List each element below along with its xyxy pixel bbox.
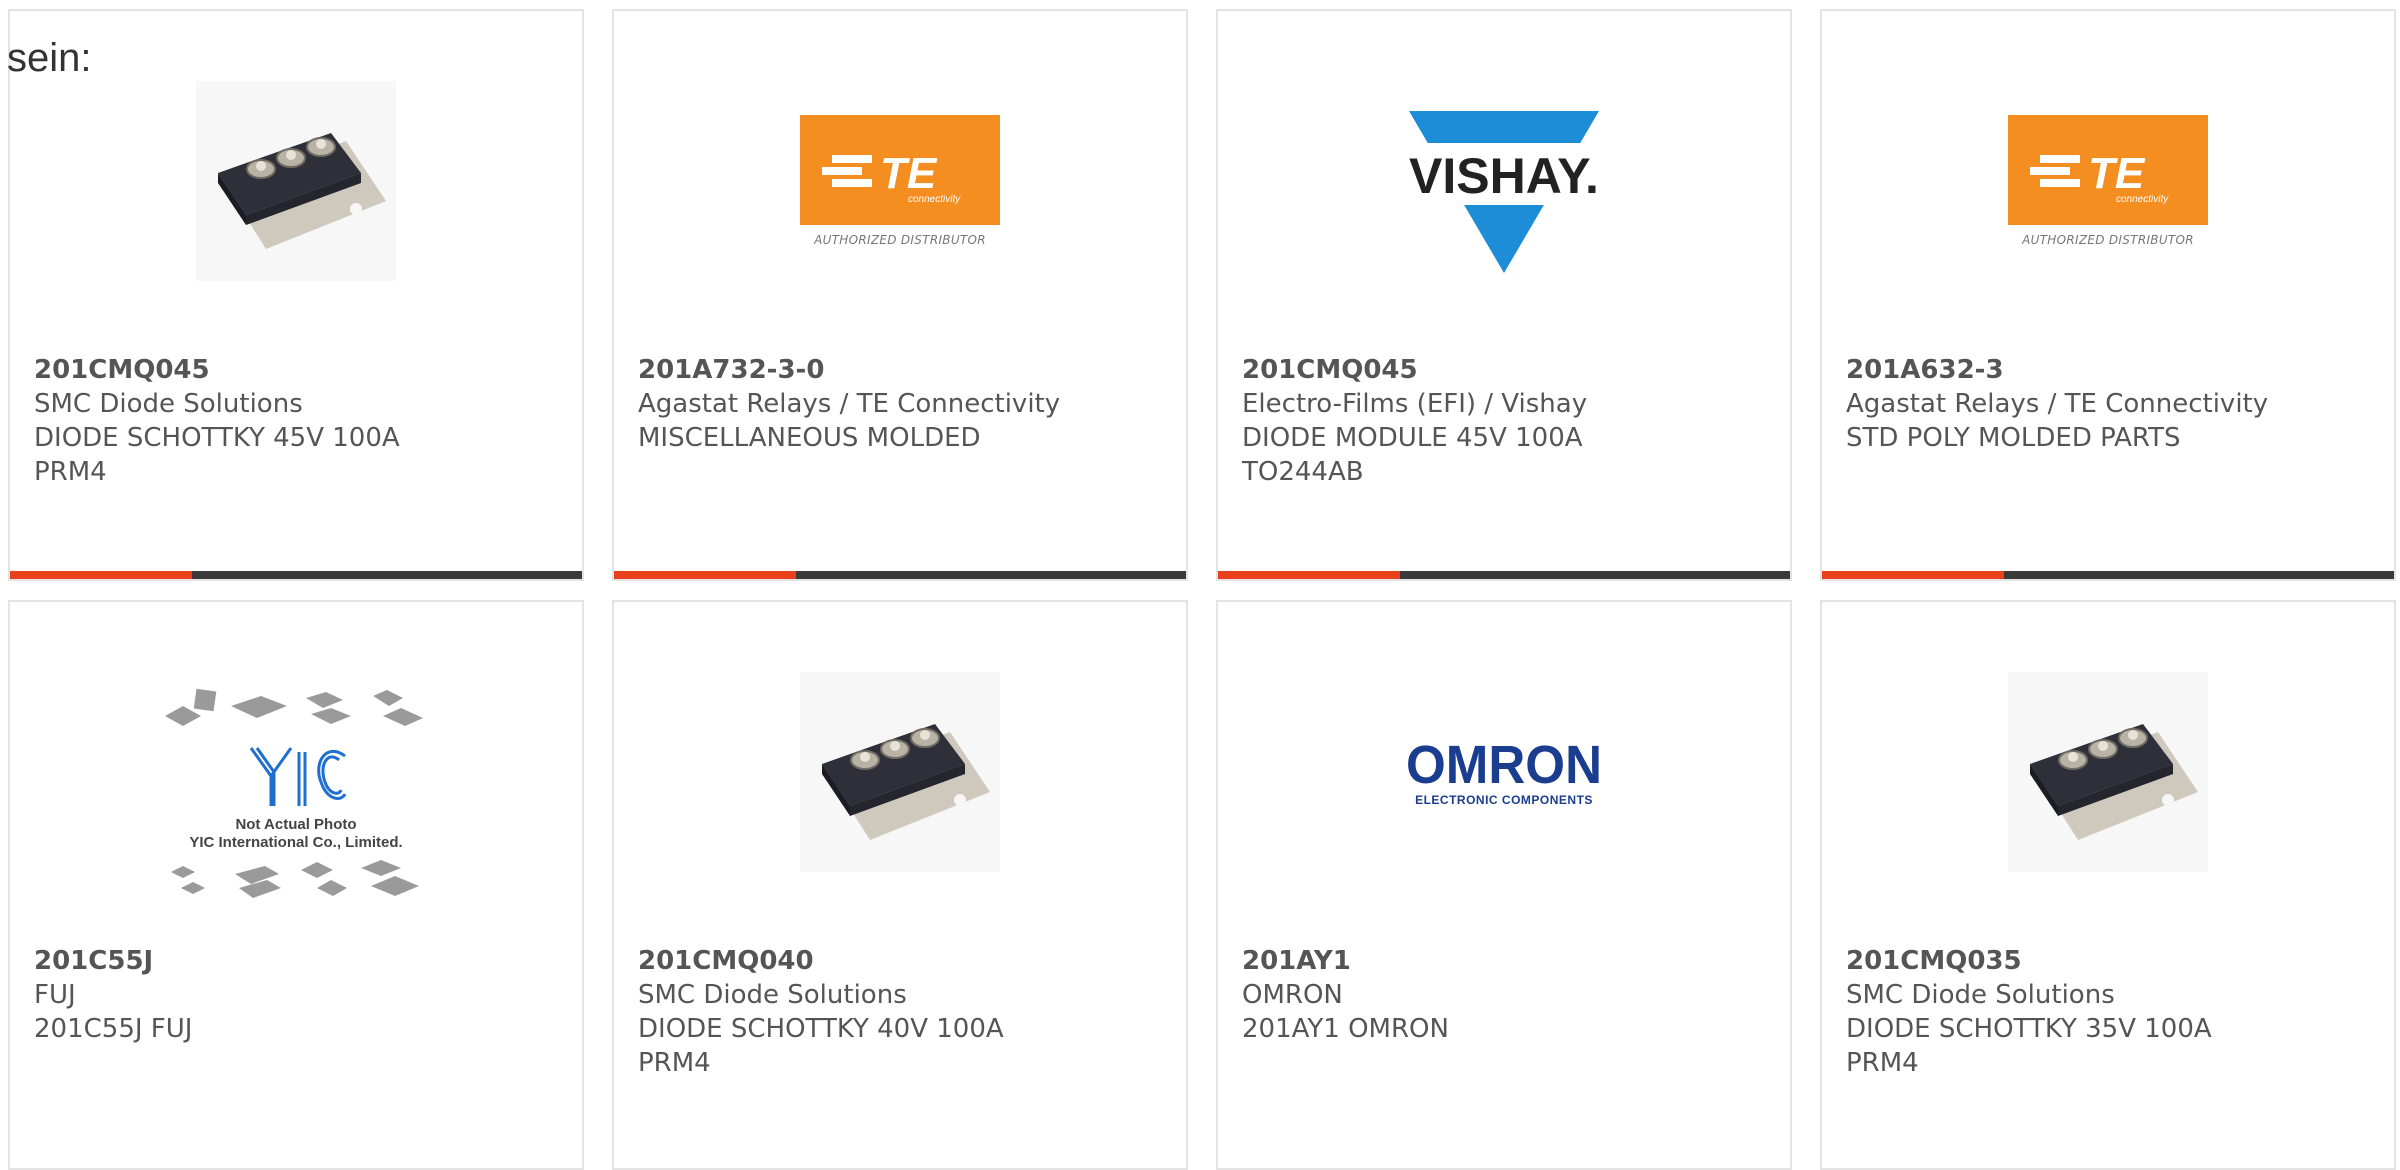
product-info: 201AY1 OMRON 201AY1 OMRON (1242, 944, 1780, 1046)
description-line-2: PRM4 (638, 1048, 711, 1078)
product-card[interactable]: Not Actual Photo YIC International Co., … (8, 600, 584, 1170)
description: MISCELLANEOUS MOLDED (638, 423, 981, 453)
accent-bar (1822, 571, 2004, 579)
product-image[interactable]: OMRON ELECTRONIC COMPONENTS (1218, 662, 1790, 882)
description: DIODE MODULE 45V 100A (1242, 423, 1583, 453)
manufacturer: Electro-Films (EFI) / Vishay (1242, 389, 1588, 419)
part-number[interactable]: 201AY1 (1242, 944, 1780, 978)
product-image[interactable]: VISHAY. (1218, 71, 1790, 291)
svg-text:connectivity: connectivity (908, 194, 961, 205)
description: STD POLY MOLDED PARTS (1846, 423, 2181, 453)
description: DIODE SCHOTTKY 40V 100A (638, 1014, 1004, 1044)
part-number[interactable]: 201CMQ045 (34, 353, 572, 387)
card-footer-bar (1822, 571, 2394, 579)
product-info: 201CMQ035 SMC Diode Solutions DIODE SCHO… (1846, 944, 2384, 1080)
card-footer-bar (10, 571, 582, 579)
manufacturer: SMC Diode Solutions (1846, 980, 2115, 1010)
product-info: 201CMQ045 Electro-Films (EFI) / Vishay D… (1242, 353, 1780, 489)
product-image[interactable] (614, 662, 1186, 882)
product-image[interactable]: TE connectivity AUTHORIZED DISTRIBUTOR (614, 71, 1186, 291)
product-card[interactable]: TE connectivity AUTHORIZED DISTRIBUTOR 2… (612, 9, 1188, 581)
description: DIODE SCHOTTKY 45V 100A (34, 423, 400, 453)
omron-subtitle: ELECTRONIC COMPONENTS (1415, 793, 1593, 807)
logo-caption: AUTHORIZED DISTRIBUTOR (814, 233, 986, 247)
product-info: 201CMQ040 SMC Diode Solutions DIODE SCHO… (638, 944, 1176, 1080)
accent-bar (1218, 571, 1400, 579)
placeholder-note: Not Actual Photo (235, 816, 357, 833)
svg-text:VISHAY.: VISHAY. (1409, 148, 1599, 204)
description-line-2: PRM4 (34, 457, 107, 487)
product-info: 201C55J FUJ 201C55J FUJ (34, 944, 572, 1046)
product-card[interactable]: 201CMQ040 SMC Diode Solutions DIODE SCHO… (612, 600, 1188, 1170)
intro-text: sein: (7, 36, 92, 80)
logo-caption: AUTHORIZED DISTRIBUTOR (2022, 233, 2194, 247)
svg-text:OMRON: OMRON (1406, 737, 1602, 789)
description: 201AY1 OMRON (1242, 1014, 1449, 1044)
card-footer-bar (1218, 571, 1790, 579)
te-logo-icon: TE connectivity (2030, 149, 2169, 205)
part-number[interactable]: 201CMQ040 (638, 944, 1176, 978)
product-image[interactable] (1822, 662, 2394, 882)
part-number[interactable]: 201A632-3 (1846, 353, 2384, 387)
description-line-2: TO244AB (1242, 457, 1364, 487)
yic-logo (249, 747, 347, 806)
part-number[interactable]: 201C55J (34, 944, 572, 978)
product-info: 201CMQ045 SMC Diode Solutions DIODE SCHO… (34, 353, 572, 489)
te-logo-icon: TE connectivity (822, 149, 961, 205)
accent-bar (614, 571, 796, 579)
vishay-logo: VISHAY. (1401, 111, 1607, 273)
svg-text:connectivity: connectivity (2116, 194, 2169, 205)
chip-packages-top-icon (165, 688, 423, 726)
product-image[interactable]: Not Actual Photo YIC International Co., … (10, 687, 582, 907)
product-image[interactable]: TE connectivity AUTHORIZED DISTRIBUTOR (1822, 71, 2394, 291)
diode-module-icon (196, 81, 396, 281)
omron-logo: OMRON ELECTRONIC COMPONENTS (1404, 735, 1604, 807)
product-image[interactable] (10, 71, 582, 291)
manufacturer: SMC Diode Solutions (638, 980, 907, 1010)
placeholder-company: YIC International Co., Limited. (189, 834, 403, 851)
part-number[interactable]: 201CMQ045 (1242, 353, 1780, 387)
description: 201C55J FUJ (34, 1014, 193, 1044)
product-card[interactable]: TE connectivity AUTHORIZED DISTRIBUTOR 2… (1820, 9, 2396, 581)
product-info: 201A632-3 Agastat Relays / TE Connectivi… (1846, 353, 2384, 455)
manufacturer: OMRON (1242, 980, 1343, 1010)
part-number[interactable]: 201CMQ035 (1846, 944, 2384, 978)
product-card[interactable]: OMRON ELECTRONIC COMPONENTS 201AY1 OMRON… (1216, 600, 1792, 1170)
svg-text:TE: TE (2088, 149, 2146, 198)
manufacturer: FUJ (34, 980, 76, 1010)
te-connectivity-logo: TE connectivity AUTHORIZED DISTRIBUTOR (800, 115, 1000, 247)
part-number[interactable]: 201A732-3-0 (638, 353, 1176, 387)
product-grid: 201CMQ045 SMC Diode Solutions DIODE SCHO… (0, 0, 2400, 1170)
accent-bar (10, 571, 192, 579)
diode-module-icon (2008, 672, 2208, 872)
manufacturer: SMC Diode Solutions (34, 389, 303, 419)
diode-module-icon (800, 672, 1000, 872)
product-card[interactable]: 201CMQ045 SMC Diode Solutions DIODE SCHO… (8, 9, 584, 581)
description: DIODE SCHOTTKY 35V 100A (1846, 1014, 2212, 1044)
card-footer-bar (614, 571, 1186, 579)
svg-text:TE: TE (880, 149, 938, 198)
manufacturer: Agastat Relays / TE Connectivity (638, 389, 1061, 419)
yic-placeholder-image: Not Actual Photo YIC International Co., … (161, 688, 431, 906)
product-card[interactable]: 201CMQ035 SMC Diode Solutions DIODE SCHO… (1820, 600, 2396, 1170)
omron-wordmark: OMRON (1406, 735, 1602, 795)
description-line-2: PRM4 (1846, 1048, 1919, 1078)
manufacturer: Agastat Relays / TE Connectivity (1846, 389, 2269, 419)
te-connectivity-logo: TE connectivity AUTHORIZED DISTRIBUTOR (2008, 115, 2208, 247)
chip-packages-bottom-icon (171, 860, 419, 898)
product-info: 201A732-3-0 Agastat Relays / TE Connecti… (638, 353, 1176, 455)
product-card[interactable]: VISHAY. 201CMQ045 Electro-Films (EFI) / … (1216, 9, 1792, 581)
